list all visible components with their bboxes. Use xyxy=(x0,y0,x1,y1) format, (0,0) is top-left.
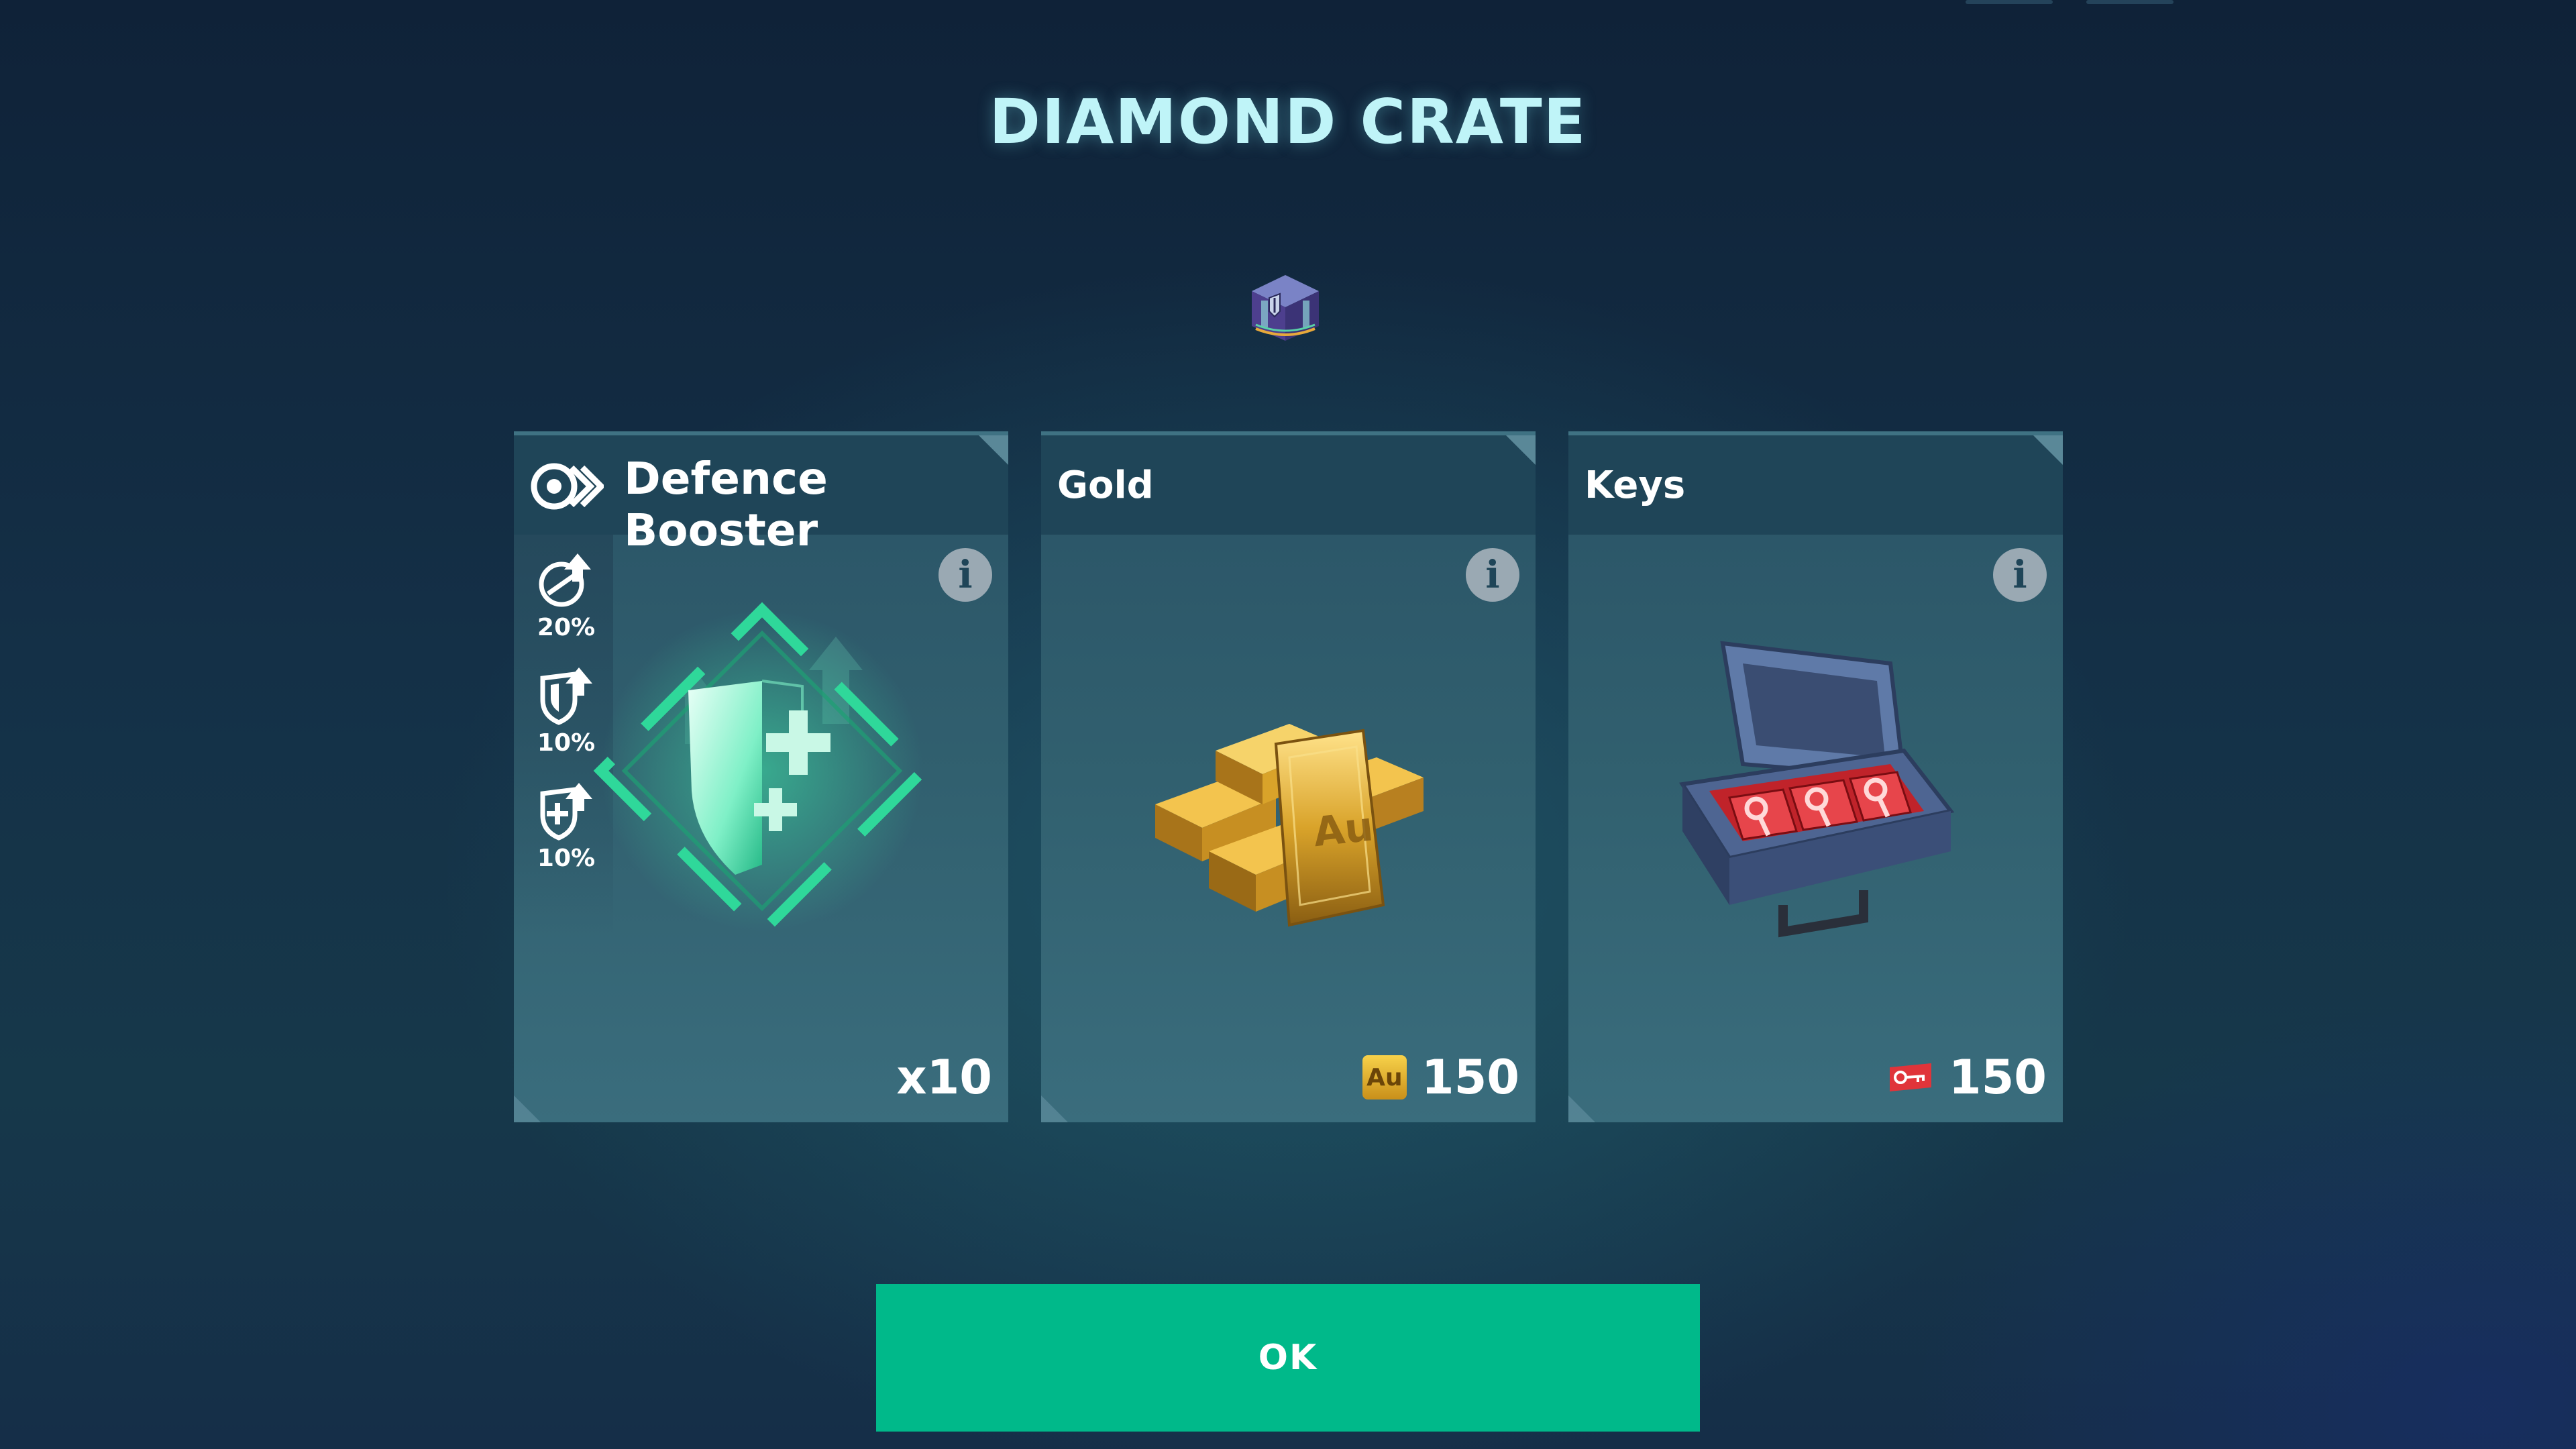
card-corner xyxy=(514,1095,541,1122)
reward-amount: 150 xyxy=(1887,1050,2047,1105)
card-title: Gold xyxy=(1057,464,1154,507)
defence-booster-icon xyxy=(593,602,931,940)
info-icon[interactable]: i xyxy=(1466,548,1519,602)
gold-bars-icon: Au xyxy=(1155,724,1424,927)
reward-card-defence-booster[interactable]: Defence Booster 20% 10% 10% i x10 xyxy=(514,431,1008,1122)
svg-text:Au: Au xyxy=(1311,803,1375,856)
keys-amount: 150 xyxy=(1948,1050,2047,1105)
card-corner xyxy=(1506,435,1536,465)
gold-currency-icon: Au xyxy=(1362,1055,1407,1099)
reward-amount: Au 150 xyxy=(1362,1050,1519,1105)
info-icon[interactable]: i xyxy=(938,548,992,602)
top-indicator-1 xyxy=(1966,0,2053,4)
keys-case-icon xyxy=(1678,641,1955,938)
card-corner xyxy=(1041,1095,1068,1122)
card-title: Keys xyxy=(1585,464,1686,507)
card-corner xyxy=(2033,435,2063,465)
gold-amount: 150 xyxy=(1421,1050,1519,1105)
crate-icon xyxy=(1252,275,1319,341)
page-title: DIAMOND CRATE xyxy=(989,86,1587,158)
card-title: Defence Booster xyxy=(624,453,828,556)
reward-quantity: x10 xyxy=(896,1050,992,1105)
key-icon xyxy=(1889,1063,1931,1091)
reward-card-keys[interactable]: Keys i 150 xyxy=(1568,431,2063,1122)
reward-card-gold[interactable]: Gold i Au Au 150 xyxy=(1041,431,1536,1122)
booster-type-icon xyxy=(531,463,604,510)
top-indicator-2 xyxy=(2086,0,2174,4)
ok-button[interactable]: OK xyxy=(876,1284,1700,1432)
info-icon[interactable]: i xyxy=(1993,548,2047,602)
card-corner xyxy=(1568,1095,1595,1122)
